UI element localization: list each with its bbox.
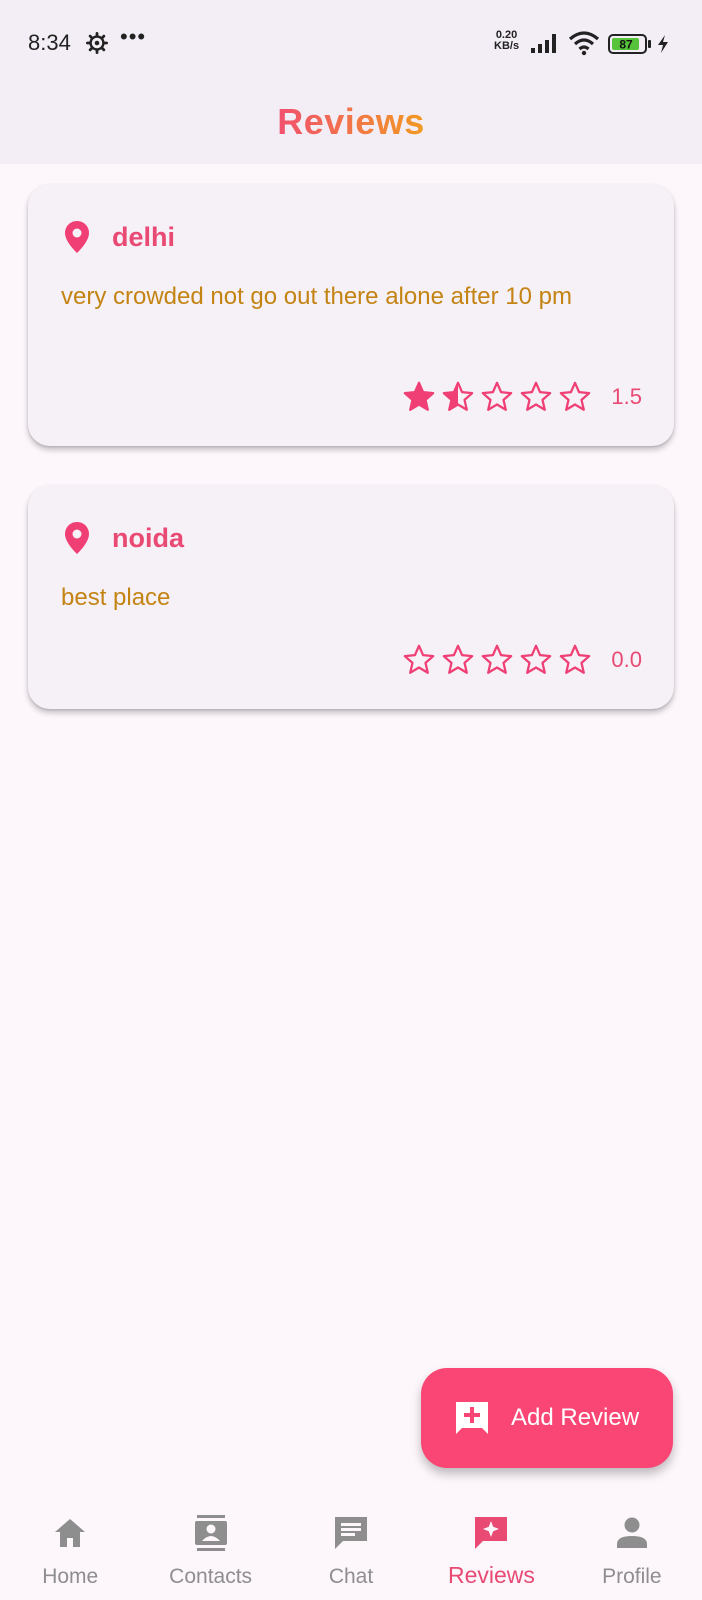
chat-icon [335,1517,368,1549]
nav-label-contacts: Contacts [169,1565,253,1588]
nav-item-home[interactable]: Home [0,1495,140,1600]
add-review-button[interactable]: Add Review [421,1368,673,1468]
rating-value: 1.5 [611,384,642,409]
review-city: delhi [112,221,176,252]
review-city: noida [112,522,184,553]
star-full-icon [404,381,435,411]
add-comment-icon [456,1402,488,1434]
profile-icon [616,1517,647,1548]
star-empty-icon [521,644,552,674]
reviews-icon [475,1517,508,1549]
add-review-label: Add Review [511,1404,640,1431]
contacts-icon [194,1515,227,1551]
wifi-icon [568,31,600,56]
signal-icon [531,34,556,53]
app-bar: Reviews [0,80,702,164]
review-comment: very crowded not go out there alone afte… [61,283,572,310]
status-time: 8:34 [28,30,71,55]
network-speed: 0.20 KB/s [494,30,519,52]
bottom-navigation: Home Contacts Chat Reviews Profile [0,1495,702,1600]
star-empty-icon [560,644,591,674]
star-empty-icon [560,381,591,411]
charging-icon [658,35,668,53]
review-card[interactable]: noida best place 0.0 [28,485,674,709]
location-pin-icon [65,522,89,554]
nav-label-reviews: Reviews [447,1562,535,1588]
review-rating: 0.0 [402,643,642,677]
star-empty-icon [482,644,513,674]
more-notifications-icon: ••• [120,24,147,49]
review-location: delhi [64,220,175,254]
star-empty-icon [521,381,552,411]
home-icon [55,1519,86,1547]
battery-level: 87 [619,38,633,52]
settings-gear-icon [86,32,108,54]
star-empty-icon [482,381,513,411]
nav-item-reviews[interactable]: Reviews [421,1495,561,1600]
network-speed-unit: KB/s [494,40,520,52]
review-rating: 1.5 [402,380,642,414]
battery-icon: 87 [608,34,651,54]
review-comment: best place [61,584,171,611]
status-bar: 8:34 ••• 0.20 KB/s 87 [0,0,702,80]
nav-item-chat[interactable]: Chat [281,1495,421,1600]
nav-item-contacts[interactable]: Contacts [140,1495,280,1600]
star-empty-icon [443,644,474,674]
review-location: noida [64,521,184,555]
nav-item-profile[interactable]: Profile [562,1495,702,1600]
page-title: Reviews [277,101,425,142]
nav-label-home: Home [42,1565,99,1588]
location-pin-icon [65,221,89,253]
nav-label-profile: Profile [602,1565,662,1588]
nav-label-chat: Chat [328,1565,374,1588]
review-card[interactable]: delhi very crowded not go out there alon… [28,184,674,446]
rating-value: 0.0 [611,647,642,672]
star-empty-icon [404,644,435,674]
star-half-icon [443,381,474,411]
